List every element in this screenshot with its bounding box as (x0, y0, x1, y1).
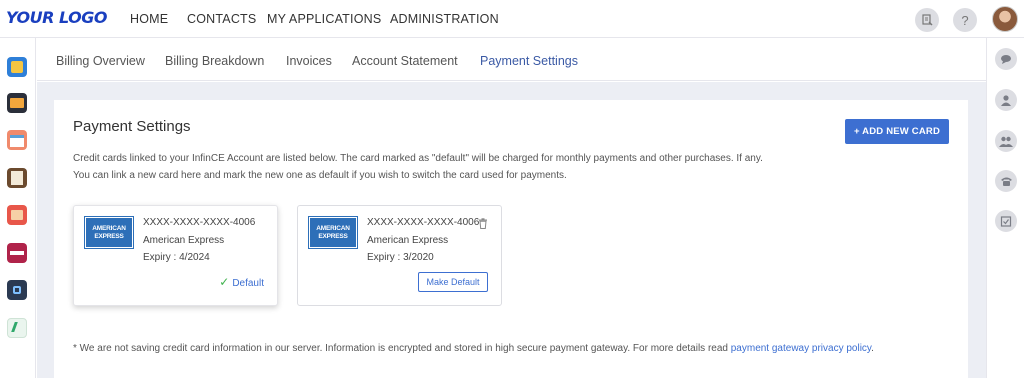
billing-tabs: Billing Overview Billing Breakdown Invoi… (37, 39, 986, 81)
security-note: * We are not saving credit card informat… (73, 343, 874, 354)
utility-sidebar (986, 38, 1024, 378)
nav-administration[interactable]: ADMINISTRATION (390, 12, 499, 26)
tab-billing-overview[interactable]: Billing Overview (56, 54, 145, 68)
ecom-app-icon[interactable] (7, 243, 27, 263)
avatar[interactable] (992, 6, 1018, 32)
default-status: ✓ Default (219, 275, 264, 289)
tab-account-statement[interactable]: Account Statement (352, 54, 458, 68)
nav-home[interactable]: HOME (130, 12, 168, 26)
calendar-check-icon[interactable] (995, 210, 1017, 232)
make-default-button[interactable]: Make Default (418, 272, 488, 292)
default-label: Default (232, 278, 264, 289)
card-expiry: Expiry : 3/2020 (367, 252, 434, 263)
photos-app-icon[interactable] (7, 205, 27, 225)
card-number: XXXX-XXXX-XXXX-4006 (143, 217, 256, 228)
page-description: Credit cards linked to your InfinCE Acco… (73, 153, 763, 181)
add-new-card-button[interactable]: + ADD NEW CARD (845, 119, 949, 144)
clipboard-app-icon[interactable] (7, 168, 27, 188)
credit-card[interactable]: AMERICAN EXPRESS XXXX-XXXX-XXXX-4006 Amer… (297, 205, 502, 306)
amex-logo: AMERICAN EXPRESS (308, 216, 358, 249)
amex-logo: AMERICAN EXPRESS (84, 216, 134, 249)
chat-icon[interactable] (995, 48, 1017, 70)
card-type: American Express (367, 235, 449, 246)
logo[interactable]: YOUR LOGO (6, 8, 107, 27)
group-icon[interactable] (995, 130, 1017, 152)
edit-document-icon[interactable] (915, 8, 939, 32)
tab-invoices[interactable]: Invoices (286, 54, 332, 68)
nav-contacts[interactable]: CONTACTS (187, 12, 256, 26)
calendar-app-icon[interactable] (7, 130, 27, 150)
trash-icon[interactable] (478, 218, 488, 229)
tab-payment-settings[interactable]: Payment Settings (480, 54, 578, 68)
mail-app-icon[interactable] (7, 93, 27, 113)
phone-icon[interactable] (995, 170, 1017, 192)
sign-app-icon[interactable] (7, 318, 27, 338)
check-icon: ✓ (219, 275, 230, 289)
user-icon[interactable] (995, 89, 1017, 111)
privacy-policy-link[interactable]: payment gateway privacy policy (731, 343, 871, 354)
nav-my-applications[interactable]: MY APPLICATIONS (267, 12, 381, 26)
page-title: Payment Settings (73, 118, 191, 135)
credit-card-default[interactable]: AMERICAN EXPRESS XXXX-XXXX-XXXX-4006 Amer… (73, 205, 278, 306)
tab-billing-breakdown[interactable]: Billing Breakdown (165, 54, 264, 68)
link-app-icon[interactable] (7, 280, 27, 300)
top-bar: YOUR LOGO HOME CONTACTS MY APPLICATIONS … (0, 0, 1024, 38)
notes-app-icon[interactable] (7, 57, 27, 77)
card-expiry: Expiry : 4/2024 (143, 252, 210, 263)
app-sidebar (0, 38, 36, 378)
help-icon[interactable]: ? (953, 8, 977, 32)
card-type: American Express (143, 235, 225, 246)
card-number: XXXX-XXXX-XXXX-4006 (367, 217, 480, 228)
